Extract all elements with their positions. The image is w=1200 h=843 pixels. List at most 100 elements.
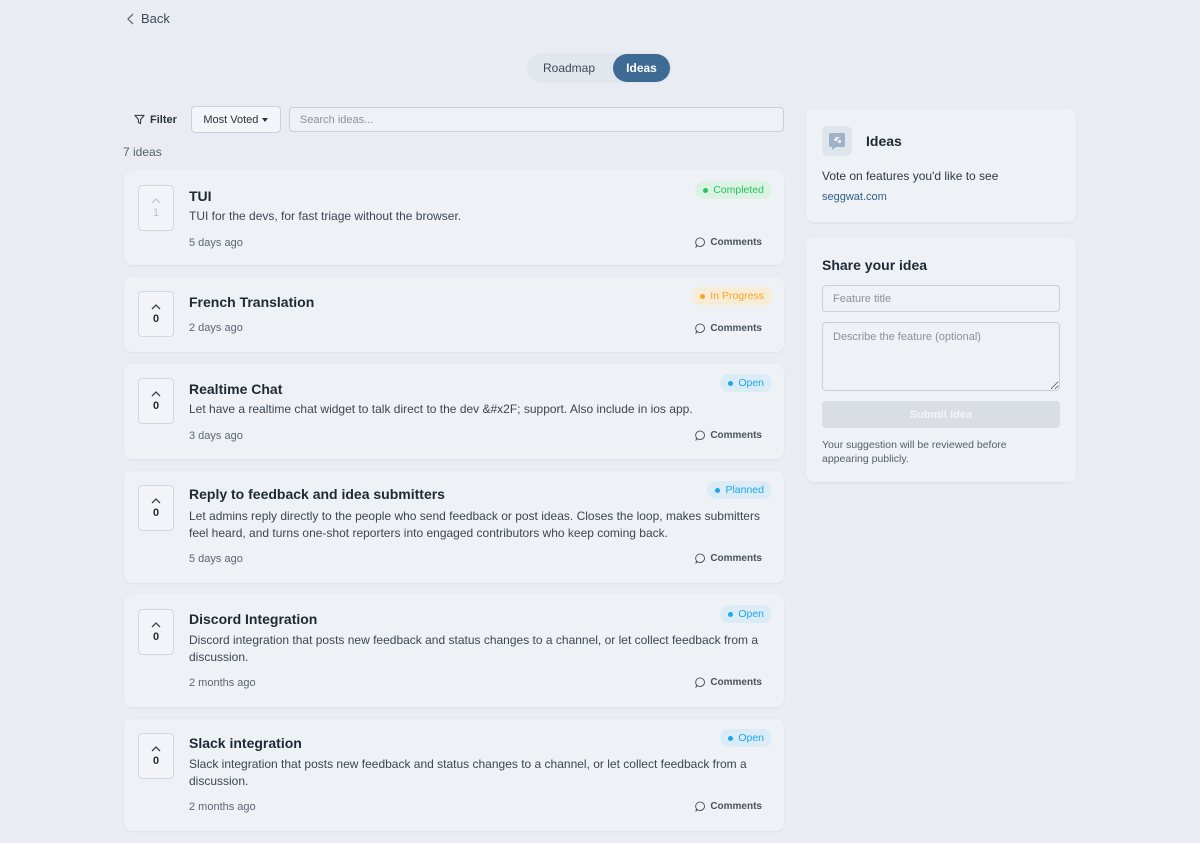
vote-count: 0 (152, 506, 160, 519)
comments-label: Comments (710, 553, 762, 564)
idea-list: 1 TUI TUI for the devs, for fast triage … (124, 171, 784, 843)
vote-count: 0 (152, 312, 160, 325)
comments-label: Comments (710, 677, 762, 688)
status-badge: Open (720, 729, 772, 747)
status-label: Completed (713, 184, 764, 196)
tab-ideas[interactable]: Ideas (613, 54, 670, 82)
idea-card[interactable]: 0 Discord Integration Discord integratio… (124, 595, 784, 707)
comment-icon (695, 430, 706, 441)
vote-count: 0 (152, 399, 160, 412)
share-idea-panel: Share your idea Submit Idea Your suggest… (806, 238, 1076, 482)
sort-value: Most Voted (203, 113, 259, 126)
search-input[interactable] (288, 107, 784, 132)
idea-timestamp: 2 days ago (189, 322, 243, 334)
about-description: Vote on features you'd like to see (822, 169, 999, 183)
idea-timestamp: 5 days ago (189, 237, 243, 249)
idea-description: TUI for the devs, for fast triage withou… (189, 209, 462, 223)
status-dot (715, 487, 721, 493)
idea-description: Slack integration that posts new feedbac… (189, 757, 747, 788)
chevron-down-icon (262, 117, 269, 122)
upvote-button[interactable]: 0 (138, 291, 174, 337)
idea-description: Discord integration that posts new feedb… (189, 633, 758, 664)
idea-card[interactable]: 0 Slack integration Slack integration th… (124, 719, 784, 831)
comment-icon (695, 801, 706, 812)
status-badge: In Progress (692, 287, 772, 305)
comments-label: Comments (710, 801, 762, 812)
filter-label: Filter (150, 113, 177, 126)
comments-link[interactable]: Comments (695, 677, 762, 688)
about-panel: Ideas Vote on features you'd like to see… (806, 109, 1076, 222)
feature-title-input[interactable] (822, 285, 1060, 312)
filter-bar: Filter Most Voted (124, 106, 784, 133)
review-note: Your suggestion will be reviewed before … (822, 439, 1007, 465)
status-badge: Completed (695, 181, 772, 199)
back-label: Back (141, 11, 170, 26)
comment-icon (695, 677, 706, 688)
feedback-logo-icon (822, 126, 852, 156)
upvote-button[interactable]: 0 (138, 733, 174, 779)
chevron-up-icon (151, 390, 161, 396)
status-label: Open (738, 377, 764, 389)
chevron-up-icon (151, 745, 161, 751)
status-dot (700, 293, 706, 299)
comments-link[interactable]: Comments (695, 237, 762, 248)
sort-select[interactable]: Most Voted (190, 106, 281, 133)
submit-idea-button[interactable]: Submit Idea (822, 401, 1060, 428)
idea-description: Let admins reply directly to the people … (189, 509, 760, 540)
vote-count: 0 (152, 630, 160, 643)
view-toggle: Roadmap Ideas (527, 53, 672, 83)
idea-timestamp: 3 days ago (189, 430, 243, 442)
upvote-button[interactable]: 1 (138, 185, 174, 231)
upvote-button[interactable]: 0 (138, 485, 174, 531)
about-title: Ideas (866, 133, 902, 149)
comment-icon (695, 553, 706, 564)
upvote-button[interactable]: 0 (138, 609, 174, 655)
idea-card[interactable]: 0 French Translation 2 days ago Comments… (124, 277, 784, 352)
status-badge: Open (720, 605, 772, 623)
idea-timestamp: 2 months ago (189, 801, 256, 813)
idea-title: Slack integration (189, 735, 302, 751)
comments-label: Comments (710, 237, 762, 248)
comments-label: Comments (710, 323, 762, 334)
idea-card[interactable]: 0 Realtime Chat Let have a realtime chat… (124, 364, 784, 459)
idea-card[interactable]: 1 TUI TUI for the devs, for fast triage … (124, 171, 784, 265)
status-badge: Planned (707, 481, 772, 499)
chevron-up-icon (151, 303, 161, 309)
status-label: Open (738, 608, 764, 620)
idea-timestamp: 2 months ago (189, 677, 256, 689)
chevron-up-icon (151, 497, 161, 503)
back-link[interactable]: Back (126, 11, 170, 26)
status-badge: Open (720, 374, 772, 392)
share-title: Share your idea (822, 257, 928, 273)
comments-link[interactable]: Comments (695, 430, 762, 441)
filter-icon (134, 114, 145, 125)
tab-roadmap[interactable]: Roadmap (527, 54, 611, 82)
comment-icon (695, 237, 706, 248)
idea-title: Discord Integration (189, 611, 318, 627)
feature-description-input[interactable] (822, 322, 1060, 391)
comments-label: Comments (710, 430, 762, 441)
status-label: In Progress (710, 290, 764, 302)
vote-count: 0 (152, 754, 160, 767)
idea-title: French Translation (189, 294, 315, 310)
filter-button[interactable]: Filter (124, 106, 187, 133)
idea-title: TUI (189, 188, 212, 204)
idea-card[interactable]: 0 Reply to feedback and idea submitters … (124, 471, 784, 583)
comments-link[interactable]: Comments (695, 801, 762, 812)
status-label: Planned (725, 484, 764, 496)
comments-link[interactable]: Comments (695, 553, 762, 564)
idea-title: Reply to feedback and idea submitters (189, 486, 445, 502)
status-dot (703, 187, 709, 193)
status-dot (728, 735, 734, 741)
status-label: Open (738, 732, 764, 744)
chevron-left-icon (127, 13, 134, 24)
vote-count: 1 (152, 206, 160, 219)
comments-link[interactable]: Comments (695, 323, 762, 334)
status-dot (728, 380, 734, 386)
upvote-button[interactable]: 0 (138, 378, 174, 424)
idea-count: 7 ideas (123, 145, 162, 159)
idea-title: Realtime Chat (189, 381, 283, 397)
idea-timestamp: 5 days ago (189, 553, 243, 565)
website-link[interactable]: seggwat.com (822, 191, 887, 203)
chevron-up-icon (151, 621, 161, 627)
